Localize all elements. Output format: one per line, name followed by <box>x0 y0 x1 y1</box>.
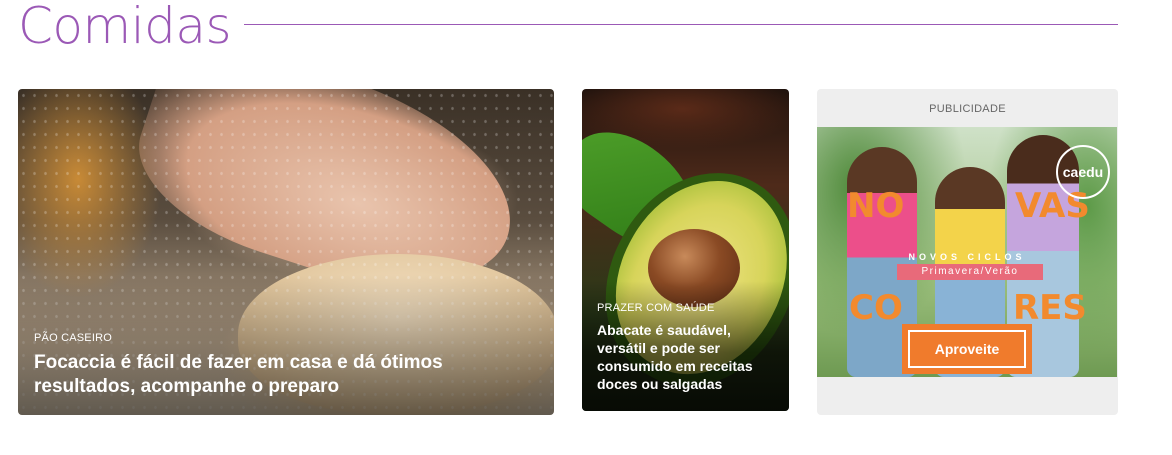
caedu-logo: caedu <box>1056 145 1110 199</box>
article-card-abacate[interactable]: PRAZER COM SAÚDE Abacate é saudável, ver… <box>582 89 789 411</box>
article-headline[interactable]: Focaccia é fácil de fazer em casa e dá ó… <box>34 351 544 399</box>
ad-letters-co: CO <box>849 288 903 328</box>
model-figure <box>847 147 917 377</box>
ad-tagline: NOVOS CICLOS <box>908 252 1026 262</box>
ad-banner[interactable]: NO VAS CO RES caedu NOVOS CICLOS Primave… <box>817 127 1117 377</box>
article-card-focaccia[interactable]: PÃO CASEIRO Focaccia é fácil de fazer em… <box>18 89 554 415</box>
article-headline[interactable]: Abacate é saudável, versátil e pode ser … <box>597 321 782 393</box>
ad-cta-button[interactable]: Aproveite <box>902 324 1032 374</box>
article-kicker: PRAZER COM SAÚDE <box>597 302 715 314</box>
section-title: Comidas <box>18 0 232 55</box>
article-kicker: PÃO CASEIRO <box>34 332 112 344</box>
ad-container: PUBLICIDADE NO VAS CO RES caedu NOVOS CI… <box>817 89 1118 415</box>
ad-letters-res: RES <box>1013 288 1087 328</box>
section-header: Comidas <box>18 0 1118 56</box>
section-divider <box>244 24 1118 25</box>
ad-letters-no: NO <box>847 186 905 226</box>
ad-subtag: Primavera/Verão <box>897 264 1043 280</box>
ad-label: PUBLICIDADE <box>929 103 1006 115</box>
